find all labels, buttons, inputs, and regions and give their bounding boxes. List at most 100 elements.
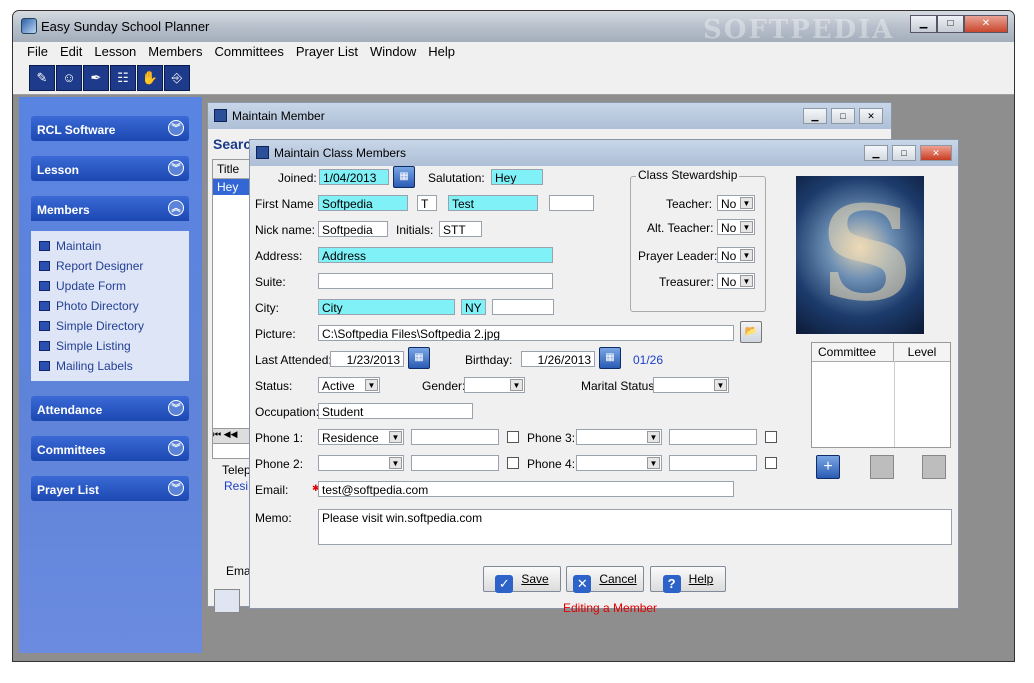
last-attended-field[interactable]: 1/23/2013 xyxy=(330,351,404,367)
treasurer-select[interactable]: No ▼ xyxy=(717,273,755,289)
committee-column-header[interactable]: Committee xyxy=(812,343,894,361)
maximize-button[interactable]: □ xyxy=(892,145,916,161)
phone4-checkbox[interactable] xyxy=(765,457,777,469)
teacher-select[interactable]: No ▼ xyxy=(717,195,755,211)
email-tab[interactable]: Ema xyxy=(226,564,251,578)
calendar-icon[interactable]: ▦ xyxy=(408,347,430,369)
members-item-photo-directory[interactable]: Photo Directory xyxy=(39,299,139,313)
alt-teacher-select[interactable]: No ▼ xyxy=(717,219,755,235)
phone3-field[interactable] xyxy=(669,429,757,445)
last-name-field[interactable]: Test xyxy=(448,195,538,211)
edit-member-icon[interactable]: ✎ xyxy=(29,65,55,91)
members-item-update-form[interactable]: Update Form xyxy=(39,279,126,293)
sidebar-section-rcl[interactable]: RCL Software ︾ xyxy=(31,116,189,141)
members-item-mailing-labels[interactable]: Mailing Labels xyxy=(39,359,133,373)
phone1-field[interactable] xyxy=(411,429,499,445)
edit-committee-button[interactable] xyxy=(870,455,894,479)
delete-committee-button[interactable] xyxy=(922,455,946,479)
initials-field[interactable]: STT xyxy=(439,221,482,237)
birthday-field[interactable]: 1/26/2013 xyxy=(521,351,595,367)
marital-status-select[interactable]: ▼ xyxy=(653,377,729,393)
zip-field[interactable] xyxy=(492,299,554,315)
members-item-report-designer[interactable]: Report Designer xyxy=(39,259,143,273)
phone1-type-select[interactable]: Residence ▼ xyxy=(318,429,404,445)
close-button[interactable]: ✕ xyxy=(920,145,952,161)
maximize-button[interactable]: □ xyxy=(831,108,855,124)
save-button[interactable]: ✓ Save xyxy=(483,566,561,593)
section-label: Lesson xyxy=(37,163,80,177)
maximize-button[interactable]: □ xyxy=(937,15,964,33)
gender-select[interactable]: ▼ xyxy=(464,377,525,393)
help-button[interactable]: ? Help xyxy=(650,566,726,593)
menu-prayer-list[interactable]: Prayer List xyxy=(290,42,364,62)
menu-edit[interactable]: Edit xyxy=(54,42,88,62)
member-list[interactable]: Title Hey xyxy=(212,159,252,459)
exit-door-icon[interactable]: ⎆ xyxy=(164,65,190,91)
chevron-down-icon[interactable]: ︾ xyxy=(168,440,184,456)
middle-initial-field[interactable]: T xyxy=(417,195,437,211)
chevron-down-icon[interactable]: ︾ xyxy=(168,120,184,136)
menu-committees[interactable]: Committees xyxy=(208,42,289,62)
first-name-field[interactable]: Softpedia xyxy=(318,195,408,211)
phone4-field[interactable] xyxy=(669,455,757,471)
status-select[interactable]: Active ▼ xyxy=(318,377,380,393)
prayer-icon[interactable]: ✋ xyxy=(137,65,163,91)
phone3-checkbox[interactable] xyxy=(765,431,777,443)
menu-members[interactable]: Members xyxy=(142,42,208,62)
members-item-simple-directory[interactable]: Simple Directory xyxy=(39,319,144,333)
chevron-down-icon[interactable]: ︾ xyxy=(168,160,184,176)
list-item[interactable]: Hey xyxy=(213,179,251,195)
sidebar-section-attendance[interactable]: Attendance ︾ xyxy=(31,396,189,421)
close-button[interactable]: ✕ xyxy=(964,15,1008,33)
picture-path-field[interactable]: C:\Softpedia Files\Softpedia 2.jpg xyxy=(318,325,734,341)
suffix-field[interactable] xyxy=(549,195,594,211)
close-button[interactable]: ✕ xyxy=(859,108,883,124)
sidebar-section-prayer-list[interactable]: Prayer List ︾ xyxy=(31,476,189,501)
chevron-down-icon[interactable]: ︾ xyxy=(168,400,184,416)
level-column-header[interactable]: Level xyxy=(894,343,950,361)
menu-window[interactable]: Window xyxy=(364,42,422,62)
suite-field[interactable] xyxy=(318,273,553,289)
joined-field[interactable]: 1/04/2013 xyxy=(319,169,389,185)
phone1-checkbox[interactable] xyxy=(507,431,519,443)
minimize-button[interactable]: ▁ xyxy=(803,108,827,124)
phone2-field[interactable] xyxy=(411,455,499,471)
city-field[interactable]: City xyxy=(318,299,455,315)
nick-name-field[interactable]: Softpedia xyxy=(318,221,388,237)
occupation-field[interactable]: Student xyxy=(318,403,473,419)
committee-table[interactable]: Committee Level xyxy=(811,342,951,448)
menu-lesson[interactable]: Lesson xyxy=(88,42,142,62)
minimize-button[interactable]: ▁ xyxy=(910,15,937,33)
members-item-simple-listing[interactable]: Simple Listing xyxy=(39,339,131,353)
nav-first-icon[interactable]: ⏮ ◀◀ xyxy=(212,428,252,444)
prayer-leader-select[interactable]: No ▼ xyxy=(717,247,755,263)
printer-icon[interactable] xyxy=(214,589,240,613)
minimize-button[interactable]: ▁ xyxy=(864,145,888,161)
person-icon[interactable]: ☺ xyxy=(56,65,82,91)
menu-help[interactable]: Help xyxy=(422,42,461,62)
chevron-down-icon[interactable]: ︾ xyxy=(168,480,184,496)
add-committee-icon[interactable]: + xyxy=(816,455,840,479)
address-field[interactable]: Address xyxy=(318,247,553,263)
phone2-type-select[interactable]: ▼ xyxy=(318,455,404,471)
group-icon[interactable]: ☷ xyxy=(110,65,136,91)
menu-file[interactable]: File xyxy=(21,42,54,62)
members-item-maintain[interactable]: Maintain xyxy=(39,239,101,253)
cancel-button[interactable]: ✕ Cancel xyxy=(566,566,644,593)
phone2-checkbox[interactable] xyxy=(507,457,519,469)
chevron-up-icon[interactable]: ︽ xyxy=(168,200,184,216)
state-field[interactable]: NY xyxy=(461,299,486,315)
salutation-field[interactable]: Hey xyxy=(491,169,543,185)
sidebar-section-committees[interactable]: Committees ︾ xyxy=(31,436,189,461)
phone4-type-select[interactable]: ▼ xyxy=(576,455,662,471)
phone3-type-select[interactable]: ▼ xyxy=(576,429,662,445)
email-field[interactable]: test@softpedia.com xyxy=(318,481,734,497)
pen-icon[interactable]: ✒ xyxy=(83,65,109,91)
open-folder-icon[interactable]: 📂 xyxy=(740,321,762,343)
sidebar-section-lesson[interactable]: Lesson ︾ xyxy=(31,156,189,181)
calendar-icon[interactable]: ▦ xyxy=(599,347,621,369)
memo-field[interactable]: Please visit win.softpedia.com xyxy=(318,509,952,545)
calendar-icon[interactable]: ▦ xyxy=(393,166,415,188)
sidebar-section-members[interactable]: Members ︽ xyxy=(31,196,189,221)
address-label: Address: xyxy=(255,249,303,263)
